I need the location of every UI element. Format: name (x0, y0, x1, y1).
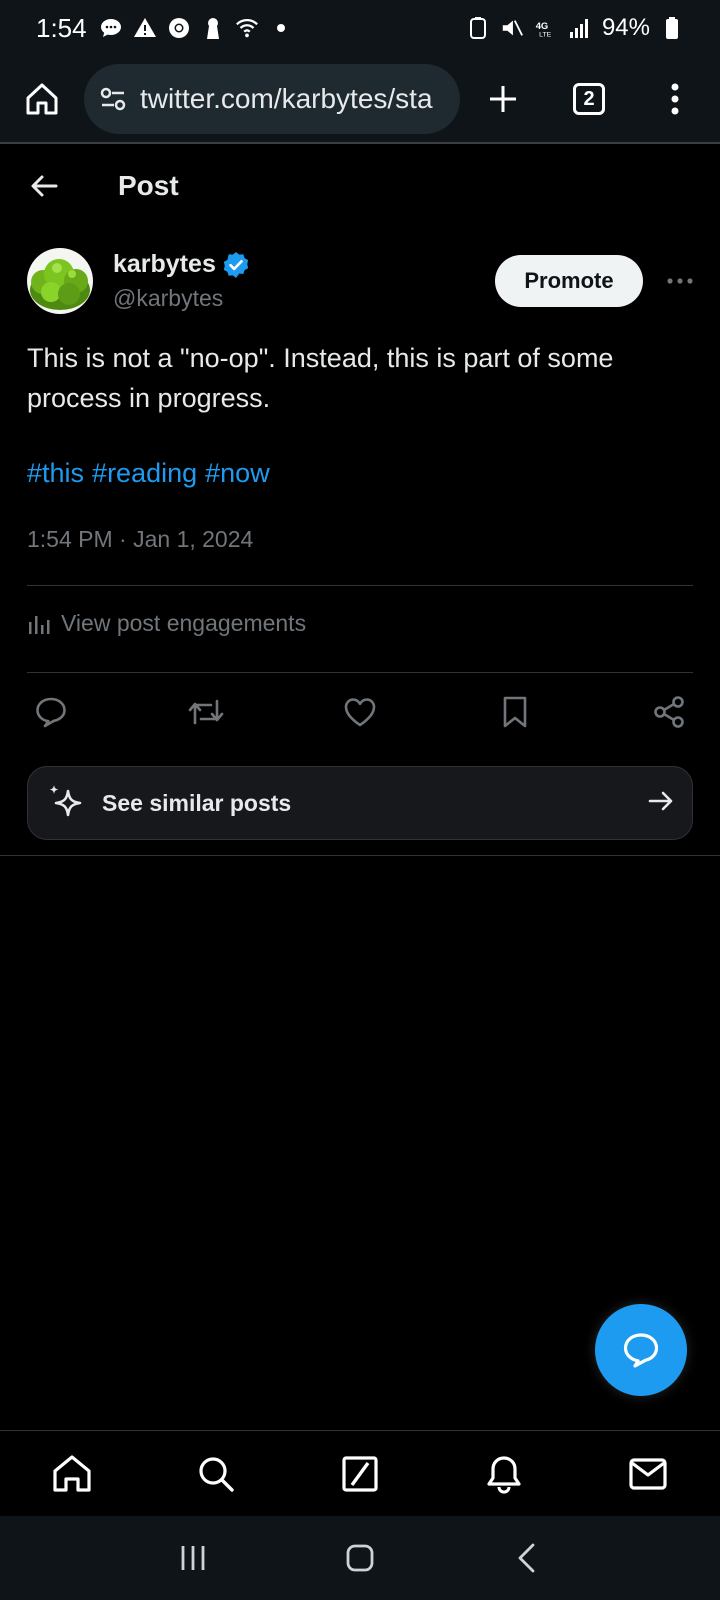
repost-icon (188, 699, 223, 725)
home-icon (53, 1454, 91, 1492)
site-settings-icon[interactable] (98, 84, 128, 114)
chevron-left-icon (518, 1543, 535, 1573)
analytics-icon (29, 615, 50, 634)
recents-button[interactable] (163, 1528, 223, 1588)
status-right: 4G LTE 94% (466, 14, 684, 42)
like-icon (344, 698, 376, 727)
share-icon (654, 696, 684, 728)
author-names: karbytes @karbytes (113, 250, 250, 312)
reply-bubble-icon (623, 1333, 659, 1368)
tab-count: 2 (573, 83, 605, 115)
nav-notifications[interactable] (468, 1438, 540, 1510)
post-timestamp[interactable]: 1:54 PM · Jan 1, 2024 (27, 526, 253, 553)
more-horizontal-icon (667, 278, 693, 284)
promote-button[interactable]: Promote (495, 255, 643, 307)
battery-percent: 94% (601, 14, 650, 41)
hashtag-link[interactable]: #reading (92, 458, 197, 489)
dot-icon (269, 16, 293, 40)
wifi-icon (235, 16, 259, 40)
search-icon (199, 1456, 234, 1492)
post-author: karbytes @karbytes Promote (27, 246, 693, 316)
new-tab-button[interactable] (460, 83, 546, 115)
divider (27, 672, 693, 673)
bookmark-button[interactable] (491, 688, 539, 736)
author-handle[interactable]: @karbytes (113, 285, 250, 312)
signal-icon (568, 16, 592, 40)
recents-icon (181, 1546, 205, 1570)
nav-home[interactable] (36, 1438, 108, 1510)
hashtag-link[interactable]: #now (205, 458, 270, 489)
nav-search[interactable] (180, 1438, 252, 1510)
notifications-icon (487, 1455, 521, 1494)
post-header: Post (0, 146, 720, 226)
share-button[interactable] (645, 688, 693, 736)
tab-switcher-button[interactable]: 2 (546, 83, 632, 115)
mute-icon (500, 16, 524, 40)
system-navigation (0, 1516, 720, 1600)
grok-icon (342, 1455, 378, 1492)
system-home-button[interactable] (330, 1528, 390, 1588)
avatar[interactable] (27, 248, 93, 314)
battery-icon (660, 16, 684, 40)
divider (0, 855, 720, 856)
plus-icon (490, 86, 516, 112)
sparkle-icon (49, 785, 82, 817)
svg-text:4G: 4G (536, 20, 549, 31)
address-bar[interactable]: twitter.com/karbytes/sta (84, 64, 460, 134)
bookmark-icon (503, 696, 526, 728)
battery-saver-icon (466, 16, 490, 40)
post-more-button[interactable] (643, 277, 693, 285)
status-bar: 1:54 4G LTE 94% (0, 0, 720, 56)
nav-messages[interactable] (612, 1438, 684, 1510)
home-outline-icon (26, 83, 58, 115)
chat-icon (99, 16, 123, 40)
see-similar-posts-button[interactable]: See similar posts (27, 766, 693, 840)
engagements-label: View post engagements (61, 610, 307, 636)
author-display-name[interactable]: karbytes (113, 250, 216, 279)
compose-reply-fab[interactable] (595, 1304, 687, 1396)
bottom-navigation (0, 1430, 720, 1516)
chrome-icon (167, 16, 191, 40)
repost-button[interactable] (182, 688, 230, 736)
like-button[interactable] (336, 688, 384, 736)
home-square-icon (346, 1544, 374, 1572)
similar-posts-label: See similar posts (102, 789, 292, 816)
browser-menu-button[interactable] (632, 83, 718, 115)
svg-text:LTE: LTE (539, 32, 551, 39)
warning-icon (133, 16, 157, 40)
post-actions (27, 688, 693, 736)
kebab-menu-icon (671, 83, 679, 115)
divider (27, 585, 693, 586)
network-4g-icon: 4G LTE (534, 16, 558, 40)
reply-button[interactable] (27, 688, 75, 736)
browser-home-button[interactable] (0, 81, 84, 117)
nav-grok[interactable] (324, 1438, 396, 1510)
name-row: karbytes (113, 250, 250, 279)
post-hashtags: #this #reading #now (27, 458, 270, 489)
view-engagements-link[interactable]: View post engagements (27, 610, 306, 637)
arrow-right-icon (648, 788, 674, 819)
messages-icon (629, 1457, 667, 1490)
status-time: 1:54 (36, 12, 87, 43)
system-back-button[interactable] (497, 1528, 557, 1588)
url-text[interactable]: twitter.com/karbytes/sta (140, 83, 433, 115)
reply-icon (36, 697, 66, 728)
status-notification-icons (99, 16, 293, 40)
keyhole-icon (201, 16, 225, 40)
browser-toolbar: twitter.com/karbytes/sta 2 (0, 56, 720, 144)
verified-badge-icon (223, 251, 249, 278)
back-button[interactable] (0, 171, 88, 201)
page-title: Post (118, 170, 179, 201)
arrow-left-icon (31, 175, 58, 197)
hashtag-link[interactable]: #this (27, 458, 84, 489)
post-text: This is not a "no-op". Instead, this is … (27, 343, 614, 413)
